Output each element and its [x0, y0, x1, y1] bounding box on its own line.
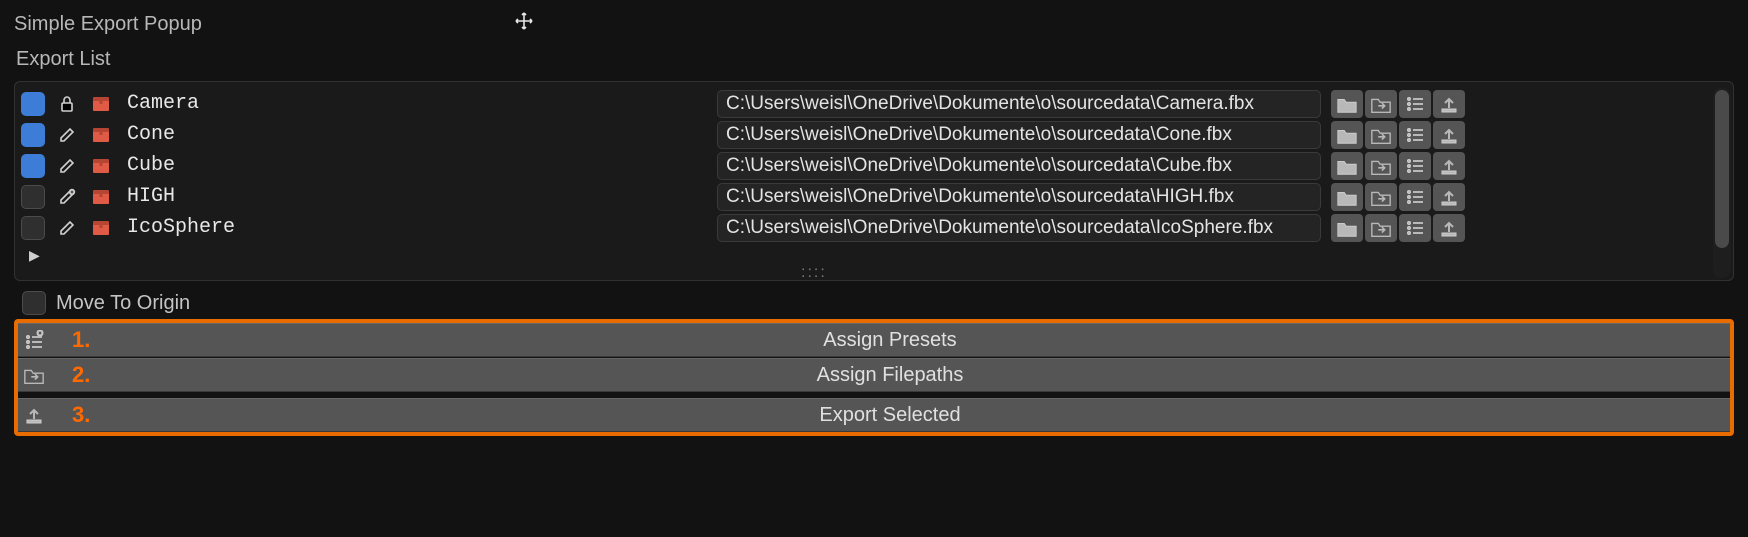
- table-row: HIGH C:\Users\weisl\OneDrive\Dokumente\o…: [21, 181, 1707, 212]
- export-item-button[interactable]: [1433, 90, 1465, 118]
- filepath-field[interactable]: C:\Users\weisl\OneDrive\Dokumente\o\sour…: [717, 183, 1321, 211]
- popup-title: Simple Export Popup: [14, 13, 514, 36]
- filepath-field[interactable]: C:\Users\weisl\OneDrive\Dokumente\o\sour…: [717, 90, 1321, 118]
- assign-filepaths-button[interactable]: 2. Assign Filepaths: [18, 358, 1730, 392]
- move-to-origin-row: Move To Origin: [22, 291, 1734, 315]
- object-name[interactable]: Cube: [121, 154, 711, 177]
- browse-folder-button[interactable]: [1331, 121, 1363, 149]
- edit-icon[interactable]: [53, 152, 81, 180]
- preset-list-button[interactable]: [1399, 183, 1431, 211]
- folder-arrow-icon: [18, 365, 50, 385]
- set-path-button[interactable]: [1365, 90, 1397, 118]
- export-list: Camera C:\Users\weisl\OneDrive\Dokumente…: [14, 81, 1734, 281]
- object-name[interactable]: Cone: [121, 123, 711, 146]
- table-row: Camera C:\Users\weisl\OneDrive\Dokumente…: [21, 88, 1707, 119]
- filepath-field[interactable]: C:\Users\weisl\OneDrive\Dokumente\o\sour…: [717, 214, 1321, 242]
- browse-folder-button[interactable]: [1331, 152, 1363, 180]
- preset-list-button[interactable]: [1399, 214, 1431, 242]
- export-item-button[interactable]: [1433, 183, 1465, 211]
- export-checkbox[interactable]: [21, 185, 45, 209]
- browse-folder-button[interactable]: [1331, 214, 1363, 242]
- object-name[interactable]: Camera: [121, 92, 711, 115]
- table-row: Cube C:\Users\weisl\OneDrive\Dokumente\o…: [21, 150, 1707, 181]
- export-item-button[interactable]: [1433, 121, 1465, 149]
- object-box-icon: [87, 152, 115, 180]
- object-box-icon: [87, 214, 115, 242]
- lock-icon[interactable]: [53, 90, 81, 118]
- move-to-origin-label: Move To Origin: [56, 292, 190, 315]
- object-box-icon: [87, 183, 115, 211]
- export-checkbox[interactable]: [21, 92, 45, 116]
- scrollbar[interactable]: [1713, 88, 1731, 278]
- annotation-number: 2.: [72, 362, 90, 388]
- object-name[interactable]: HIGH: [121, 185, 711, 208]
- button-label: Assign Presets: [50, 329, 1730, 352]
- button-label: Export Selected: [50, 404, 1730, 427]
- edit-icon[interactable]: [53, 121, 81, 149]
- set-path-button[interactable]: [1365, 214, 1397, 242]
- export-popup: Simple Export Popup Export List Camera C…: [0, 0, 1748, 537]
- export-list-label: Export List: [16, 48, 1732, 71]
- button-label: Assign Filepaths: [50, 364, 1730, 387]
- filepath-field[interactable]: C:\Users\weisl\OneDrive\Dokumente\o\sour…: [717, 152, 1321, 180]
- export-checkbox[interactable]: [21, 154, 45, 178]
- assign-presets-button[interactable]: 1. Assign Presets: [18, 323, 1730, 357]
- preset-list-button[interactable]: [1399, 121, 1431, 149]
- move-icon[interactable]: [514, 11, 534, 37]
- preset-list-button[interactable]: [1399, 152, 1431, 180]
- export-item-button[interactable]: [1433, 152, 1465, 180]
- table-row: Cone C:\Users\weisl\OneDrive\Dokumente\o…: [21, 119, 1707, 150]
- table-row: IcoSphere C:\Users\weisl\OneDrive\Dokume…: [21, 212, 1707, 243]
- annotation-number: 1.: [72, 327, 90, 353]
- resize-grip-icon[interactable]: ::::: [21, 264, 1707, 278]
- browse-folder-button[interactable]: [1331, 183, 1363, 211]
- edit-plus-icon[interactable]: [53, 183, 81, 211]
- filepath-field[interactable]: C:\Users\weisl\OneDrive\Dokumente\o\sour…: [717, 121, 1321, 149]
- move-to-origin-checkbox[interactable]: [22, 291, 46, 315]
- browse-folder-button[interactable]: [1331, 90, 1363, 118]
- header: Simple Export Popup: [14, 8, 1734, 40]
- export-checkbox[interactable]: [21, 123, 45, 147]
- preset-list-button[interactable]: [1399, 90, 1431, 118]
- scrollbar-thumb[interactable]: [1715, 90, 1729, 248]
- set-path-button[interactable]: [1365, 183, 1397, 211]
- set-path-button[interactable]: [1365, 121, 1397, 149]
- edit-icon[interactable]: [53, 214, 81, 242]
- object-box-icon: [87, 90, 115, 118]
- highlighted-buttons: 1. Assign Presets 2. Assign Filepaths 3.…: [14, 319, 1734, 436]
- upload-icon: [18, 405, 50, 425]
- object-box-icon: [87, 121, 115, 149]
- export-item-button[interactable]: [1433, 214, 1465, 242]
- set-path-button[interactable]: [1365, 152, 1397, 180]
- export-selected-button[interactable]: 3. Export Selected: [18, 398, 1730, 432]
- object-name[interactable]: IcoSphere: [121, 216, 711, 239]
- annotation-number: 3.: [72, 402, 90, 428]
- expand-arrow-icon[interactable]: ▶: [21, 243, 1707, 264]
- list-plus-icon: [18, 330, 50, 350]
- export-checkbox[interactable]: [21, 216, 45, 240]
